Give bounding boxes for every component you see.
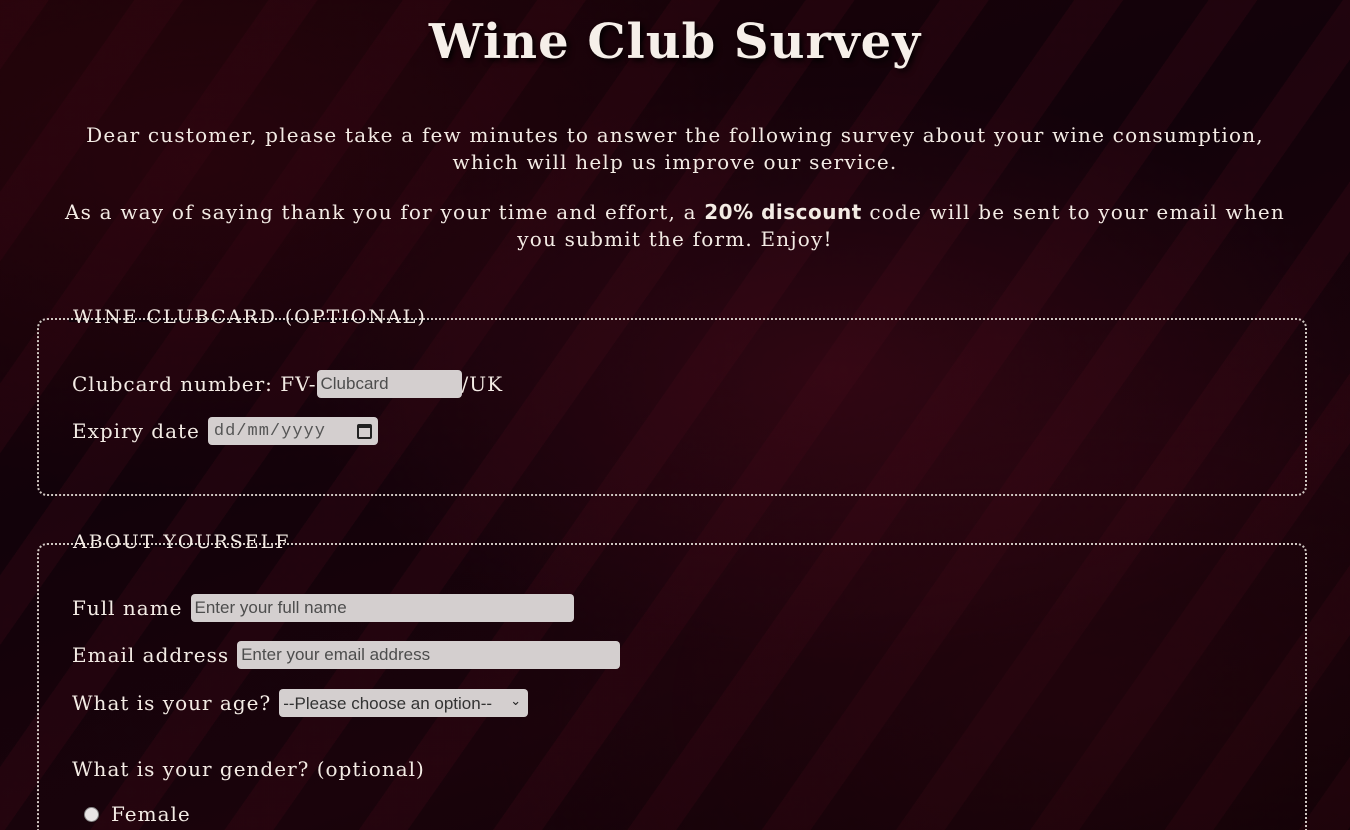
page-title: Wine Club Survey [428, 14, 922, 70]
expiry-date-input[interactable]: dd/mm/yyyy [207, 417, 378, 445]
email-label: Email address [72, 643, 230, 667]
clubcard-number-suffix: /UK [461, 372, 504, 396]
expiry-date-row: Expiry date dd/mm/yyyy [72, 417, 378, 445]
clubcard-legend: WINE CLUBCARD (OPTIONAL) [69, 306, 431, 328]
full-name-label: Full name [72, 596, 183, 620]
thanks-text: As a way of saying thank you for your ti… [60, 199, 1290, 253]
email-input[interactable] [237, 641, 621, 669]
female-label: Female [111, 802, 191, 826]
gender-label: What is your gender? (optional) [72, 757, 425, 781]
about-fieldset: ABOUT YOURSELF Full name Email address W… [37, 531, 1307, 830]
intro-text: Dear customer, please take a few minutes… [86, 123, 1264, 174]
clubcard-number-row: Clubcard number: FV- /UK [72, 370, 503, 398]
clubcard-fieldset: WINE CLUBCARD (OPTIONAL) Clubcard number… [37, 306, 1307, 496]
expiry-date-placeholder: dd/mm/yyyy [213, 421, 326, 441]
age-select-wrapper: --Please choose an option-- ⌄ [279, 689, 529, 717]
age-row: What is your age? --Please choose an opt… [72, 689, 529, 717]
female-radio[interactable] [84, 806, 99, 822]
gender-option-female[interactable]: Female [84, 802, 191, 826]
clubcard-number-label: Clubcard number: FV- [72, 372, 317, 396]
age-select[interactable]: --Please choose an option-- [279, 689, 529, 717]
full-name-input[interactable] [190, 594, 574, 622]
calendar-icon[interactable] [356, 423, 372, 439]
full-name-row: Full name [72, 594, 574, 622]
about-legend: ABOUT YOURSELF [69, 531, 295, 553]
clubcard-number-input[interactable] [316, 370, 462, 398]
gender-question-row: What is your gender? (optional) [72, 757, 425, 781]
discount-highlight: 20% discount [704, 200, 862, 224]
expiry-date-label: Expiry date [72, 419, 200, 443]
thanks-text-before: As a way of saying thank you for your ti… [64, 200, 705, 224]
email-row: Email address [72, 641, 621, 669]
age-label: What is your age? [72, 691, 272, 715]
survey-page: Wine Club Survey Dear customer, please t… [0, 0, 1350, 830]
